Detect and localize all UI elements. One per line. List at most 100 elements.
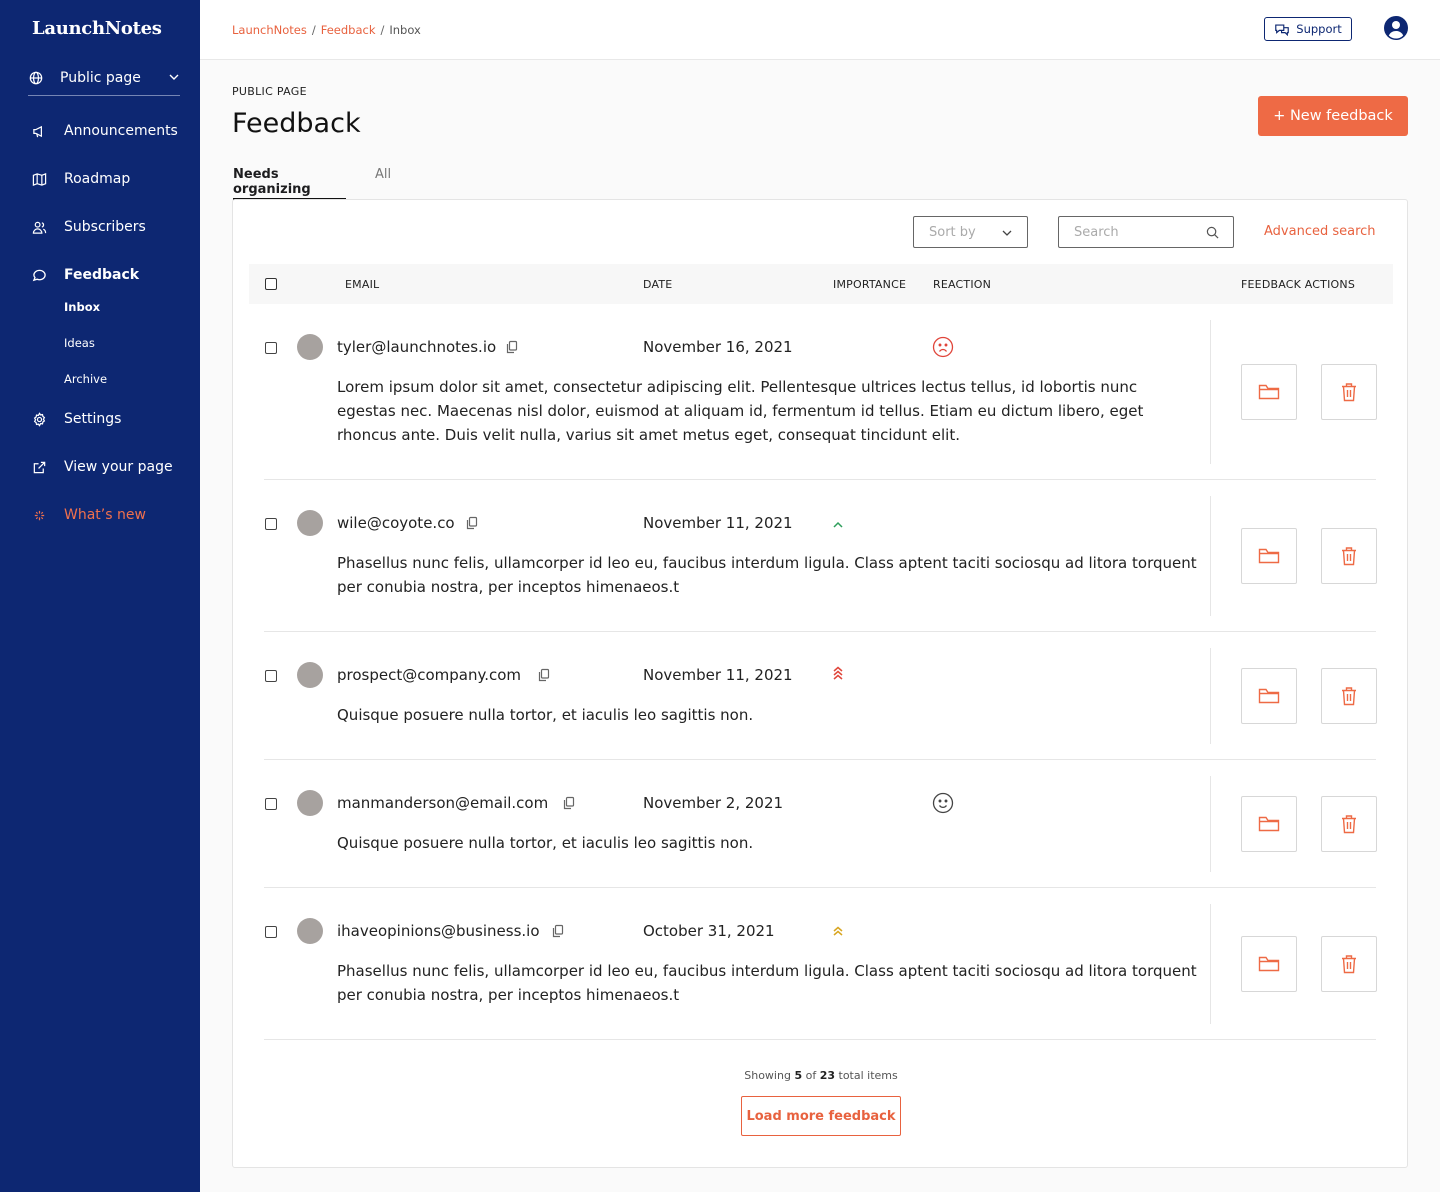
move-to-folder-button[interactable] [1241,528,1297,584]
row-email: tyler@launchnotes.io [337,338,497,356]
copy-icon[interactable] [537,668,551,682]
column-reaction[interactable]: REACTION [933,278,991,291]
total-count: 23 [819,1069,836,1082]
sidebar: LaunchNotes Public page Announcements Ro… [0,0,200,1192]
support-label: Support [1296,22,1342,36]
breadcrumb-launchnotes[interactable]: LaunchNotes [232,23,307,37]
advanced-search-link[interactable]: Advanced search [1264,224,1376,239]
row-feedback-text: Phasellus nunc felis, ullamcorper id leo… [337,554,1197,596]
gear-icon [32,411,47,427]
sidebar-item-feedback[interactable]: Feedback [32,265,139,285]
sidebar-item-settings[interactable]: Settings [32,409,121,429]
feedback-card: Sort by Search Advanced search EMAIL DAT… [232,199,1408,1168]
row-feedback-text: Lorem ipsum dolor sit amet, consectetur … [337,378,1144,444]
row-date: October 31, 2021 [643,922,775,940]
sidebar-item-roadmap[interactable]: Roadmap [32,169,130,189]
folder-icon [1258,688,1280,704]
row-checkbox[interactable] [265,926,277,938]
external-link-icon [32,460,47,475]
delete-button[interactable] [1321,668,1377,724]
chevron-down-icon [169,74,179,80]
search-icon [1206,226,1219,239]
row-date: November 11, 2021 [643,514,793,532]
table-row: prospect@company.com November 11, 2021 Q… [264,648,1377,760]
sidebar-item-announcements[interactable]: Announcements [32,121,178,141]
search-placeholder: Search [1074,224,1119,240]
load-more-button[interactable]: Load more feedback [741,1096,901,1136]
app-logo[interactable]: LaunchNotes [32,18,162,39]
sidebar-item-whats-new[interactable]: What’s new [32,505,146,525]
sort-by-select[interactable]: Sort by [913,216,1028,248]
sidebar-item-label: Roadmap [64,171,131,187]
happy-face-icon [932,792,954,814]
user-avatar-icon[interactable] [1384,16,1408,40]
page-title: Feedback [232,108,361,139]
support-button[interactable]: Support [1264,17,1352,41]
globe-icon [29,71,43,84]
move-to-folder-button[interactable] [1241,936,1297,992]
page-selector[interactable]: Public page [28,60,180,96]
table-header: EMAIL DATE IMPORTANCE REACTION FEEDBACK … [249,264,1393,304]
megaphone-icon [32,124,47,139]
breadcrumb: LaunchNotes / Feedback / Inbox [232,23,421,37]
breadcrumb-inbox: Inbox [389,23,421,37]
row-checkbox[interactable] [265,670,277,682]
pagination-summary: Showing 5 of 23 total items [233,1069,1409,1082]
avatar [297,918,323,944]
avatar [297,510,323,536]
importance-medium-icon [833,926,843,936]
row-checkbox[interactable] [265,518,277,530]
row-email: wile@coyote.co [337,514,455,532]
trash-icon [1342,547,1356,566]
tab-all[interactable]: All [375,167,391,200]
column-feedback-actions: FEEDBACK ACTIONS [1241,278,1356,291]
table-row: ihaveopinions@business.io October 31, 20… [264,904,1377,1040]
column-importance[interactable]: IMPORTANCE [833,278,906,291]
table-row: wile@coyote.co November 11, 2021 Phasell… [264,496,1377,632]
importance-low-icon [833,521,843,528]
row-email: manmanderson@email.com [337,794,549,812]
breadcrumb-separator: / [311,23,316,37]
row-checkbox[interactable] [265,798,277,810]
sidebar-item-label: View your page [64,459,173,475]
trash-icon [1342,815,1356,834]
tab-needs-organizing[interactable]: Needs organizing [233,167,346,200]
delete-button[interactable] [1321,364,1377,420]
folder-icon [1258,384,1280,400]
sidebar-subitem-ideas[interactable]: Ideas [64,336,95,352]
chat-icon [32,268,47,283]
copy-icon[interactable] [551,924,565,938]
trash-icon [1342,955,1356,974]
select-all-checkbox[interactable] [265,278,277,290]
sidebar-item-subscribers[interactable]: Subscribers [32,217,146,237]
delete-button[interactable] [1321,528,1377,584]
sad-face-icon [932,336,954,358]
avatar [297,334,323,360]
page-selector-label: Public page [60,69,141,86]
sidebar-subitem-inbox[interactable]: Inbox [64,300,100,316]
new-feedback-button[interactable]: + New feedback [1258,96,1408,136]
column-date[interactable]: DATE [643,278,672,291]
delete-button[interactable] [1321,796,1377,852]
row-email: prospect@company.com [337,666,522,684]
top-bar: LaunchNotes / Feedback / Inbox Support [200,0,1440,60]
search-input[interactable]: Search [1058,216,1234,248]
importance-high-icon [833,666,843,680]
sidebar-item-label: Announcements [64,123,178,139]
sidebar-item-view-page[interactable]: View your page [32,457,173,477]
copy-icon[interactable] [505,340,519,354]
table-row: manmanderson@email.com November 2, 2021 … [264,776,1377,888]
breadcrumb-feedback[interactable]: Feedback [321,23,376,37]
sidebar-subitem-archive[interactable]: Archive [64,372,107,388]
sort-by-label: Sort by [929,224,976,240]
move-to-folder-button[interactable] [1241,796,1297,852]
row-checkbox[interactable] [265,342,277,354]
copy-icon[interactable] [562,796,576,810]
sidebar-item-label: Feedback [64,267,140,283]
move-to-folder-button[interactable] [1241,668,1297,724]
move-to-folder-button[interactable] [1241,364,1297,420]
copy-icon[interactable] [465,516,479,530]
column-email[interactable]: EMAIL [345,278,379,291]
delete-button[interactable] [1321,936,1377,992]
row-email: ihaveopinions@business.io [337,922,540,940]
